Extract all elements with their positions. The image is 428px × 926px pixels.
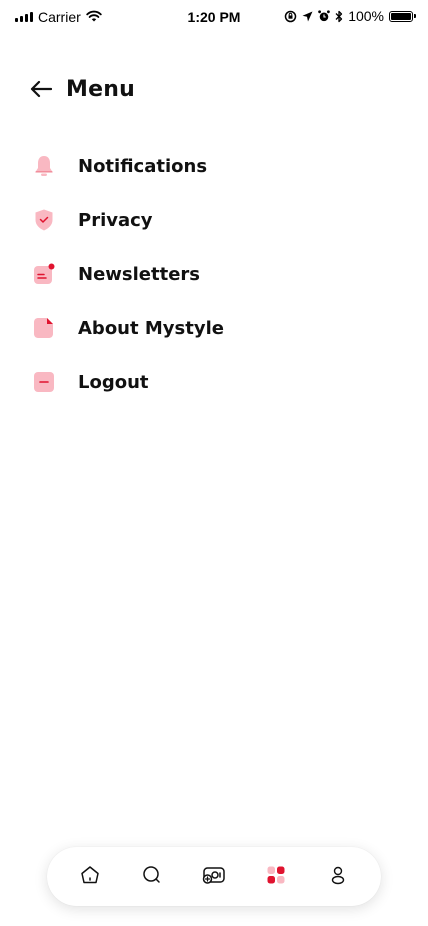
newsletter-icon [30, 260, 58, 288]
shield-check-icon [30, 206, 58, 234]
menu-item-label: Newsletters [78, 263, 201, 285]
menu-item-label: Logout [78, 371, 149, 393]
battery-percent: 100% [348, 8, 384, 24]
tab-menu[interactable] [256, 857, 296, 897]
menu-item-label: Notifications [78, 155, 208, 177]
grid-icon [266, 865, 286, 889]
home-icon [80, 865, 100, 889]
page-title: Menu [66, 76, 135, 102]
logout-icon [30, 368, 58, 396]
alarm-icon [318, 10, 330, 22]
menu-item-logout[interactable]: Logout [30, 359, 400, 405]
menu-item-label: Privacy [78, 209, 153, 231]
tab-search[interactable] [132, 857, 172, 897]
menu-screen: Carrier 1:20 PM 100% Menu Notifications … [0, 0, 428, 926]
menu-item-privacy[interactable]: Privacy [30, 197, 400, 243]
header: Menu [30, 72, 135, 106]
menu-item-label: About Mystyle [78, 317, 224, 339]
menu-item-notifications[interactable]: Notifications [30, 143, 400, 189]
tab-profile[interactable] [318, 857, 358, 897]
bottom-tab-bar [47, 847, 381, 906]
search-icon [142, 865, 162, 889]
bluetooth-icon [335, 10, 343, 23]
location-arrow-icon [302, 11, 313, 22]
document-icon [30, 314, 58, 342]
menu-item-newsletters[interactable]: Newsletters [30, 251, 400, 297]
screen-rotation-lock-icon [284, 10, 297, 23]
tab-home[interactable] [70, 857, 110, 897]
battery-icon [389, 10, 416, 22]
status-bar: Carrier 1:20 PM 100% [0, 0, 428, 34]
add-photo-icon [202, 865, 226, 889]
menu-item-about[interactable]: About Mystyle [30, 305, 400, 351]
bell-icon [30, 152, 58, 180]
status-right: 100% [284, 8, 416, 24]
user-icon [328, 865, 348, 889]
tab-add-photo[interactable] [194, 857, 234, 897]
arrow-left-icon[interactable] [30, 78, 52, 100]
menu-list: Notifications Privacy Newsletters About … [30, 143, 400, 413]
